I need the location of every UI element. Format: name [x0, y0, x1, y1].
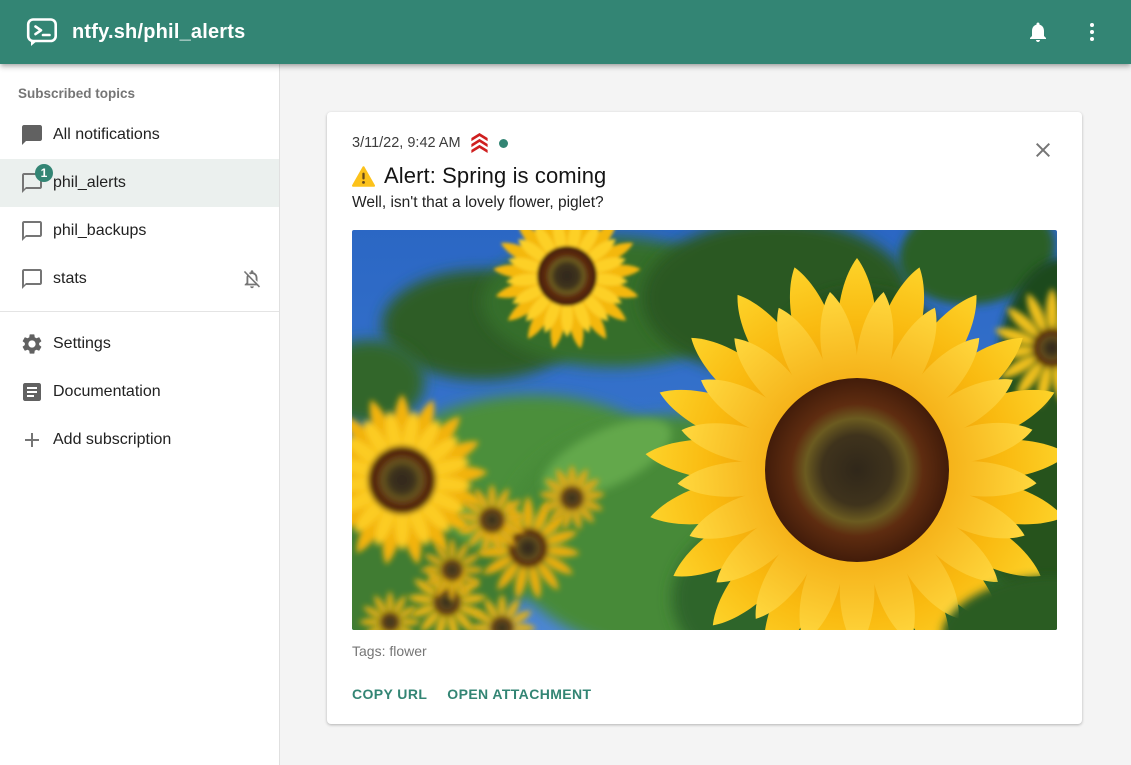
notification-title-row: Alert: Spring is coming	[352, 163, 1057, 189]
sidebar-item-phil-alerts[interactable]: 1 phil_alerts	[0, 159, 279, 207]
article-icon	[20, 380, 44, 404]
sidebar-item-label: phil_alerts	[53, 174, 126, 192]
tags-text: Tags: flower	[352, 643, 1057, 659]
notification-message: Well, isn't that a lovely flower, piglet…	[352, 194, 1057, 212]
main-content: 3/11/22, 9:42 AM	[280, 64, 1131, 765]
sidebar-item-documentation[interactable]: Documentation	[0, 368, 279, 416]
notification-title: Alert: Spring is coming	[384, 163, 606, 189]
plus-icon	[20, 428, 44, 452]
bell-off-icon	[241, 268, 263, 290]
sidebar-item-label: phil_backups	[53, 222, 146, 240]
app-title: ntfy.sh/phil_alerts	[72, 21, 1025, 44]
sidebar-divider	[0, 311, 279, 312]
notifications-bell-icon[interactable]	[1025, 19, 1051, 45]
sidebar-item-settings[interactable]: Settings	[0, 320, 279, 368]
unread-dot	[499, 139, 508, 148]
chat-bubble-filled-icon	[20, 123, 44, 147]
sidebar-item-label: Add subscription	[53, 431, 171, 449]
sidebar-item-label: All notifications	[53, 126, 160, 144]
attachment-image[interactable]	[352, 230, 1057, 630]
notification-timestamp: 3/11/22, 9:42 AM	[352, 135, 461, 151]
appbar-actions	[1025, 19, 1105, 45]
unread-count-badge: 1	[35, 164, 53, 182]
sidebar-item-phil-backups[interactable]: phil_backups	[0, 207, 279, 255]
sidebar-item-label: Settings	[53, 335, 111, 353]
overflow-menu-icon[interactable]	[1079, 19, 1105, 45]
notification-meta: 3/11/22, 9:42 AM	[352, 132, 1057, 154]
subscribed-topics-label: Subscribed topics	[0, 64, 279, 111]
warning-triangle-icon	[352, 166, 375, 187]
chat-bubble-outline-icon: 1	[20, 171, 44, 195]
sidebar-item-add-subscription[interactable]: Add subscription	[0, 416, 279, 464]
copy-url-button[interactable]: COPY URL	[352, 680, 435, 708]
sidebar: Subscribed topics All notifications 1 ph…	[0, 64, 280, 765]
card-actions: COPY URL OPEN ATTACHMENT	[352, 680, 1057, 708]
sidebar-item-label: Documentation	[53, 383, 161, 401]
open-attachment-button[interactable]: OPEN ATTACHMENT	[447, 680, 599, 708]
close-icon[interactable]	[1031, 138, 1055, 162]
sidebar-item-label: stats	[53, 270, 87, 288]
sidebar-item-all-notifications[interactable]: All notifications	[0, 111, 279, 159]
chat-bubble-outline-icon	[20, 219, 44, 243]
ntfy-logo-icon	[26, 16, 58, 48]
chat-bubble-outline-icon	[20, 267, 44, 291]
gear-icon	[20, 332, 44, 356]
app-bar: ntfy.sh/phil_alerts	[0, 0, 1131, 64]
notification-card: 3/11/22, 9:42 AM	[327, 112, 1082, 724]
sidebar-item-stats[interactable]: stats	[0, 255, 279, 303]
max-priority-icon	[469, 132, 490, 154]
